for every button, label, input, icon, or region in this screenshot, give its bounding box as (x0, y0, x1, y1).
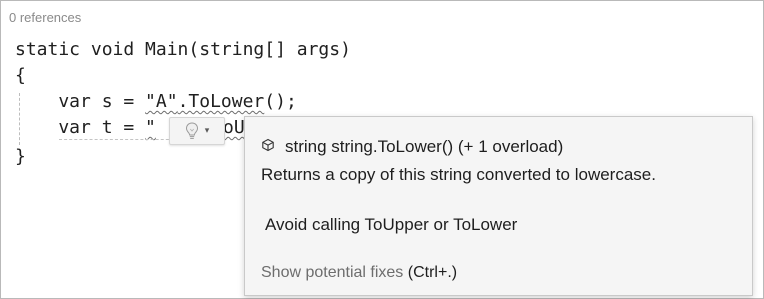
show-potential-fixes-link[interactable]: Show potential fixes (Ctrl+.) (261, 264, 457, 282)
code-line-open-brace[interactable]: { (15, 65, 26, 87)
method-cube-icon (261, 137, 275, 157)
fixes-label[interactable]: Show potential fixes (261, 264, 403, 281)
code-line-close-brace[interactable]: } (15, 146, 26, 168)
code-token-partial-call: oU (223, 117, 245, 138)
fixes-shortcut: (Ctrl+.) (407, 264, 458, 281)
code-line-var-t[interactable]: var t = " (15, 117, 156, 139)
code-editor[interactable]: 0 references static void Main(string[] a… (0, 0, 764, 299)
code-line-method-signature[interactable]: static void Main(string[] args) (15, 39, 351, 61)
code-token-prefix: var t = (15, 117, 146, 138)
code-token-tolower-call: .ToLower (177, 91, 265, 112)
code-token-prefix: var s = (15, 91, 146, 112)
chevron-down-icon[interactable]: ▾ (205, 126, 210, 136)
lightbulb-icon (185, 122, 199, 140)
tooltip-description: Returns a copy of this string converted … (261, 165, 656, 184)
quick-info-tooltip: string string.ToLower() (+ 1 overload) R… (244, 116, 753, 296)
code-token-suffix: (); (264, 91, 297, 112)
code-line-var-s[interactable]: var s = "A".ToLower(); (15, 91, 297, 113)
analyzer-message: Avoid calling ToUpper or ToLower (265, 215, 518, 234)
tooltip-signature: string string.ToLower() (+ 1 overload) (285, 137, 564, 156)
lightbulb-button[interactable]: ▾ (169, 117, 225, 145)
codelens-references[interactable]: 0 references (9, 10, 81, 25)
tooltip-signature-row: string string.ToLower() (+ 1 overload) (261, 137, 563, 157)
code-token-string-start: " (145, 117, 156, 138)
code-token-string-literal: "A" (145, 91, 178, 112)
current-line-highlight (59, 139, 179, 140)
